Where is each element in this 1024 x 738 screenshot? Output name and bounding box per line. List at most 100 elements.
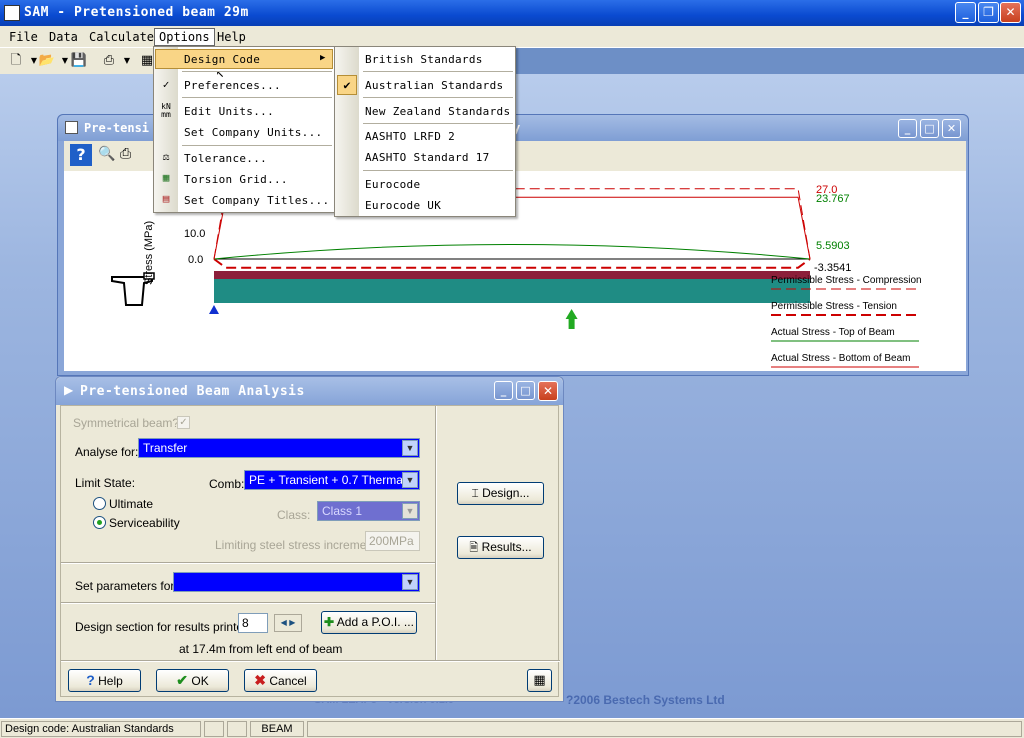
ok-button[interactable]: ✔ OK <box>156 669 229 692</box>
dialog-maximize-button[interactable]: □ <box>516 381 535 400</box>
set-params-select[interactable]: ▼ <box>173 572 420 592</box>
legend-compression: Permissible Stress - Compression <box>771 275 922 286</box>
menu-calculate[interactable]: Calculate <box>89 30 154 44</box>
status-pane-3 <box>227 721 247 737</box>
limiting-steel-field[interactable]: 200MPa <box>365 531 420 551</box>
dialog-body: Symmetrical beam? ✓ Analyse for: Transfe… <box>60 405 560 697</box>
label-23-767: 23.767 <box>816 193 850 205</box>
titles-icon: ▤ <box>162 192 170 205</box>
chevron-down-icon[interactable]: ▼ <box>402 472 418 488</box>
design-section-field[interactable]: 8 <box>238 613 268 633</box>
cancel-button-label: Cancel <box>269 674 307 688</box>
vertical-divider-highlight <box>436 406 437 660</box>
beam-top-flange <box>214 271 810 279</box>
scales-icon: ⚖ <box>162 150 170 163</box>
save-icon[interactable]: 💾 <box>70 52 88 69</box>
y-tick-0: 0.0 <box>188 254 203 266</box>
submenu-icon-strip <box>335 47 359 216</box>
analyse-for-value: Transfer <box>143 441 188 455</box>
comb-label: Comb: <box>209 477 245 491</box>
preferences-icon: ✓ <box>162 78 170 91</box>
menu-separator <box>182 71 332 72</box>
section-spinner[interactable]: ◀ ▶ <box>274 614 302 632</box>
class-select[interactable]: Class 1 ▼ <box>317 501 420 521</box>
ok-button-label: OK <box>191 674 209 688</box>
print-preview-icon[interactable]: ⎙ <box>100 52 118 69</box>
help-icon: ? <box>86 672 95 688</box>
dialog-minimize-button[interactable]: _ <box>494 381 513 400</box>
menu-edit-units[interactable]: Edit Units... <box>184 105 274 118</box>
chart-close-button[interactable]: ✕ <box>942 119 961 138</box>
results-button[interactable]: 🗎 Results... <box>457 536 544 559</box>
menu-set-company-units[interactable]: Set Company Units... <box>184 126 322 139</box>
submenu-eurocode-uk[interactable]: Eurocode UK <box>365 199 441 212</box>
submenu-arrow-icon: ▶ <box>320 53 326 63</box>
design-button[interactable]: ⌶ Design... <box>457 482 544 505</box>
copyright-text: ?2006 Bestech Systems Ltd <box>566 693 725 707</box>
beam-section-icon: ⌶ <box>471 486 479 500</box>
menu-options[interactable]: Options <box>154 28 215 46</box>
zoom-preview-icon[interactable]: 🔍 <box>98 146 115 162</box>
submenu-aashto-lrfd[interactable]: AASHTO LRFD 2 <box>365 130 455 143</box>
y-tick-10: 10.0 <box>184 228 205 240</box>
chart-window-title: Pre-tensi <box>84 121 150 135</box>
chart-window-icon <box>65 121 78 134</box>
chevron-down-icon[interactable]: ▼ <box>402 574 418 590</box>
serviceability-radio[interactable] <box>93 516 106 529</box>
help-button-label: Help <box>98 674 123 688</box>
menu-separator <box>182 145 332 146</box>
menu-bar: File Data Calculate Options Help <box>0 26 1024 48</box>
open-folder-icon[interactable]: 📂 <box>38 52 56 69</box>
submenu-new-zealand[interactable]: New Zealand Standards <box>365 105 510 118</box>
calculator-icon: ▦ <box>533 673 546 688</box>
status-mode: BEAM <box>250 721 304 737</box>
chart-maximize-button[interactable]: □ <box>920 119 939 138</box>
help-button[interactable]: ? Help <box>68 669 141 692</box>
document-icon: 🗎 <box>469 542 479 554</box>
new-file-icon[interactable]: 🗋 <box>7 52 25 69</box>
menu-separator <box>363 123 513 124</box>
submenu-british[interactable]: British Standards <box>365 53 483 66</box>
dialog-close-button[interactable]: ✕ <box>538 381 558 401</box>
comb-select[interactable]: PE + Transient + 0.7 Thermal ▼ <box>244 470 420 490</box>
add-poi-button[interactable]: ✚ Add a P.O.I. ... <box>321 611 417 634</box>
plus-icon: ✚ <box>324 615 335 629</box>
menu-data[interactable]: Data <box>49 30 78 44</box>
menu-set-company-titles[interactable]: Set Company Titles... <box>184 194 329 207</box>
print-icon[interactable]: ⎙ <box>120 146 131 162</box>
cancel-button[interactable]: ✖ Cancel <box>244 669 317 692</box>
chevron-down-icon[interactable]: ▼ <box>402 440 418 456</box>
submenu-eurocode[interactable]: Eurocode <box>365 178 420 191</box>
analyse-for-select[interactable]: Transfer ▼ <box>138 438 420 458</box>
menu-tolerance[interactable]: Tolerance... <box>184 152 267 165</box>
chevron-down-icon[interactable]: ▼ <box>402 503 418 519</box>
menu-separator <box>363 97 513 98</box>
calculator-button[interactable]: ▦ <box>527 669 552 692</box>
submenu-australian[interactable]: Australian Standards <box>365 79 503 92</box>
ultimate-radio[interactable] <box>93 497 106 510</box>
close-button[interactable]: ✕ <box>1000 2 1021 23</box>
class-label: Class: <box>277 508 311 522</box>
menu-help[interactable]: Help <box>217 30 246 44</box>
menu-preferences[interactable]: Preferences... <box>184 79 281 92</box>
restore-button[interactable]: ❐ <box>978 2 999 23</box>
label-5-5903: 5.5903 <box>816 240 850 252</box>
submenu-aashto-standard[interactable]: AASHTO Standard 17 <box>365 151 490 164</box>
minimize-button[interactable]: _ <box>955 2 976 23</box>
grid-icon: ▦ <box>162 171 170 184</box>
menu-icon-strip <box>154 47 178 212</box>
menu-file[interactable]: File <box>9 30 38 44</box>
class-value: Class 1 <box>322 504 363 518</box>
add-poi-label: Add a P.O.I. ... <box>336 615 414 629</box>
units-icon: kN mm <box>161 102 171 119</box>
y-axis-label: Stress (MPa) <box>143 221 155 285</box>
symmetrical-checkbox[interactable]: ✓ <box>177 416 190 429</box>
dialog-titlebar: ▶ Pre-tensioned Beam Analysis _ □ ✕ <box>56 377 563 405</box>
menu-torsion-grid[interactable]: Torsion Grid... <box>184 173 288 186</box>
preview-dropdown-icon[interactable]: ▼ <box>118 52 136 69</box>
design-button-label: Design... <box>482 486 530 500</box>
help-icon[interactable]: ? <box>70 144 92 166</box>
main-title-bar: SAM - Pretensioned beam 29m _ ❐ ✕ <box>0 0 1024 26</box>
chart-minimize-button[interactable]: _ <box>898 119 917 138</box>
pretensioned-beam-dialog: ▶ Pre-tensioned Beam Analysis _ □ ✕ Symm… <box>55 376 564 702</box>
